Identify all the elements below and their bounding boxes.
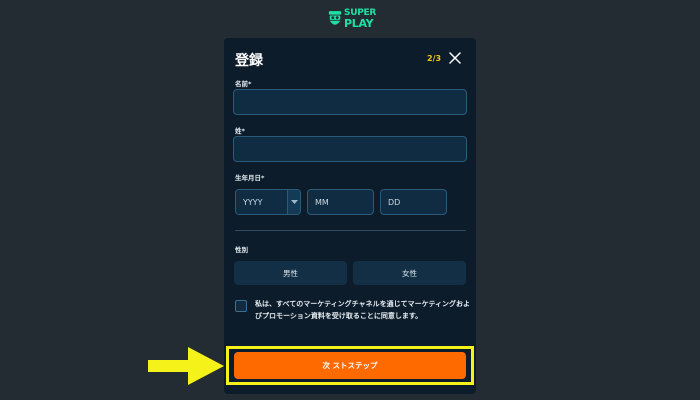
last-name-input[interactable]: [233, 136, 467, 162]
year-dropdown-toggle[interactable]: [287, 190, 300, 214]
last-name-label: 姓*: [235, 127, 245, 135]
next-step-button[interactable]: 次 ストステップ: [234, 352, 466, 379]
section-divider: [235, 230, 466, 231]
registration-modal: 登録 2/3 名前* 姓* 生年月日* YYYY 性別 男性 女性 私は、すべて…: [224, 38, 476, 394]
step-indicator: 2/3: [427, 54, 442, 63]
gender-female-button[interactable]: 女性: [353, 261, 466, 285]
gender-label: 性別: [235, 246, 248, 254]
close-icon[interactable]: [449, 52, 461, 64]
modal-title: 登録: [235, 53, 263, 69]
logo-mascot-icon: [328, 11, 342, 25]
chevron-down-icon: [290, 200, 298, 204]
arrow-right-icon: [148, 347, 224, 385]
dob-label: 生年月日*: [235, 174, 265, 182]
logo-line-2: PLAY: [344, 17, 374, 30]
gender-male-button[interactable]: 男性: [234, 261, 347, 285]
birth-day-input[interactable]: [380, 189, 447, 215]
marketing-consent-text: 私は、すべてのマーケティングチャネルを通じてマーケティングおよびプロモーション資…: [255, 300, 471, 320]
superplay-logo: SUPER PLAY: [328, 7, 376, 31]
birth-year-select[interactable]: YYYY: [235, 189, 301, 215]
marketing-consent-checkbox[interactable]: [235, 300, 247, 312]
first-name-label: 名前*: [235, 80, 252, 88]
first-name-input[interactable]: [233, 89, 467, 115]
logo-wordmark: SUPER PLAY: [344, 9, 376, 30]
birth-year-value: YYYY: [236, 190, 287, 214]
birth-month-input[interactable]: [307, 189, 374, 215]
